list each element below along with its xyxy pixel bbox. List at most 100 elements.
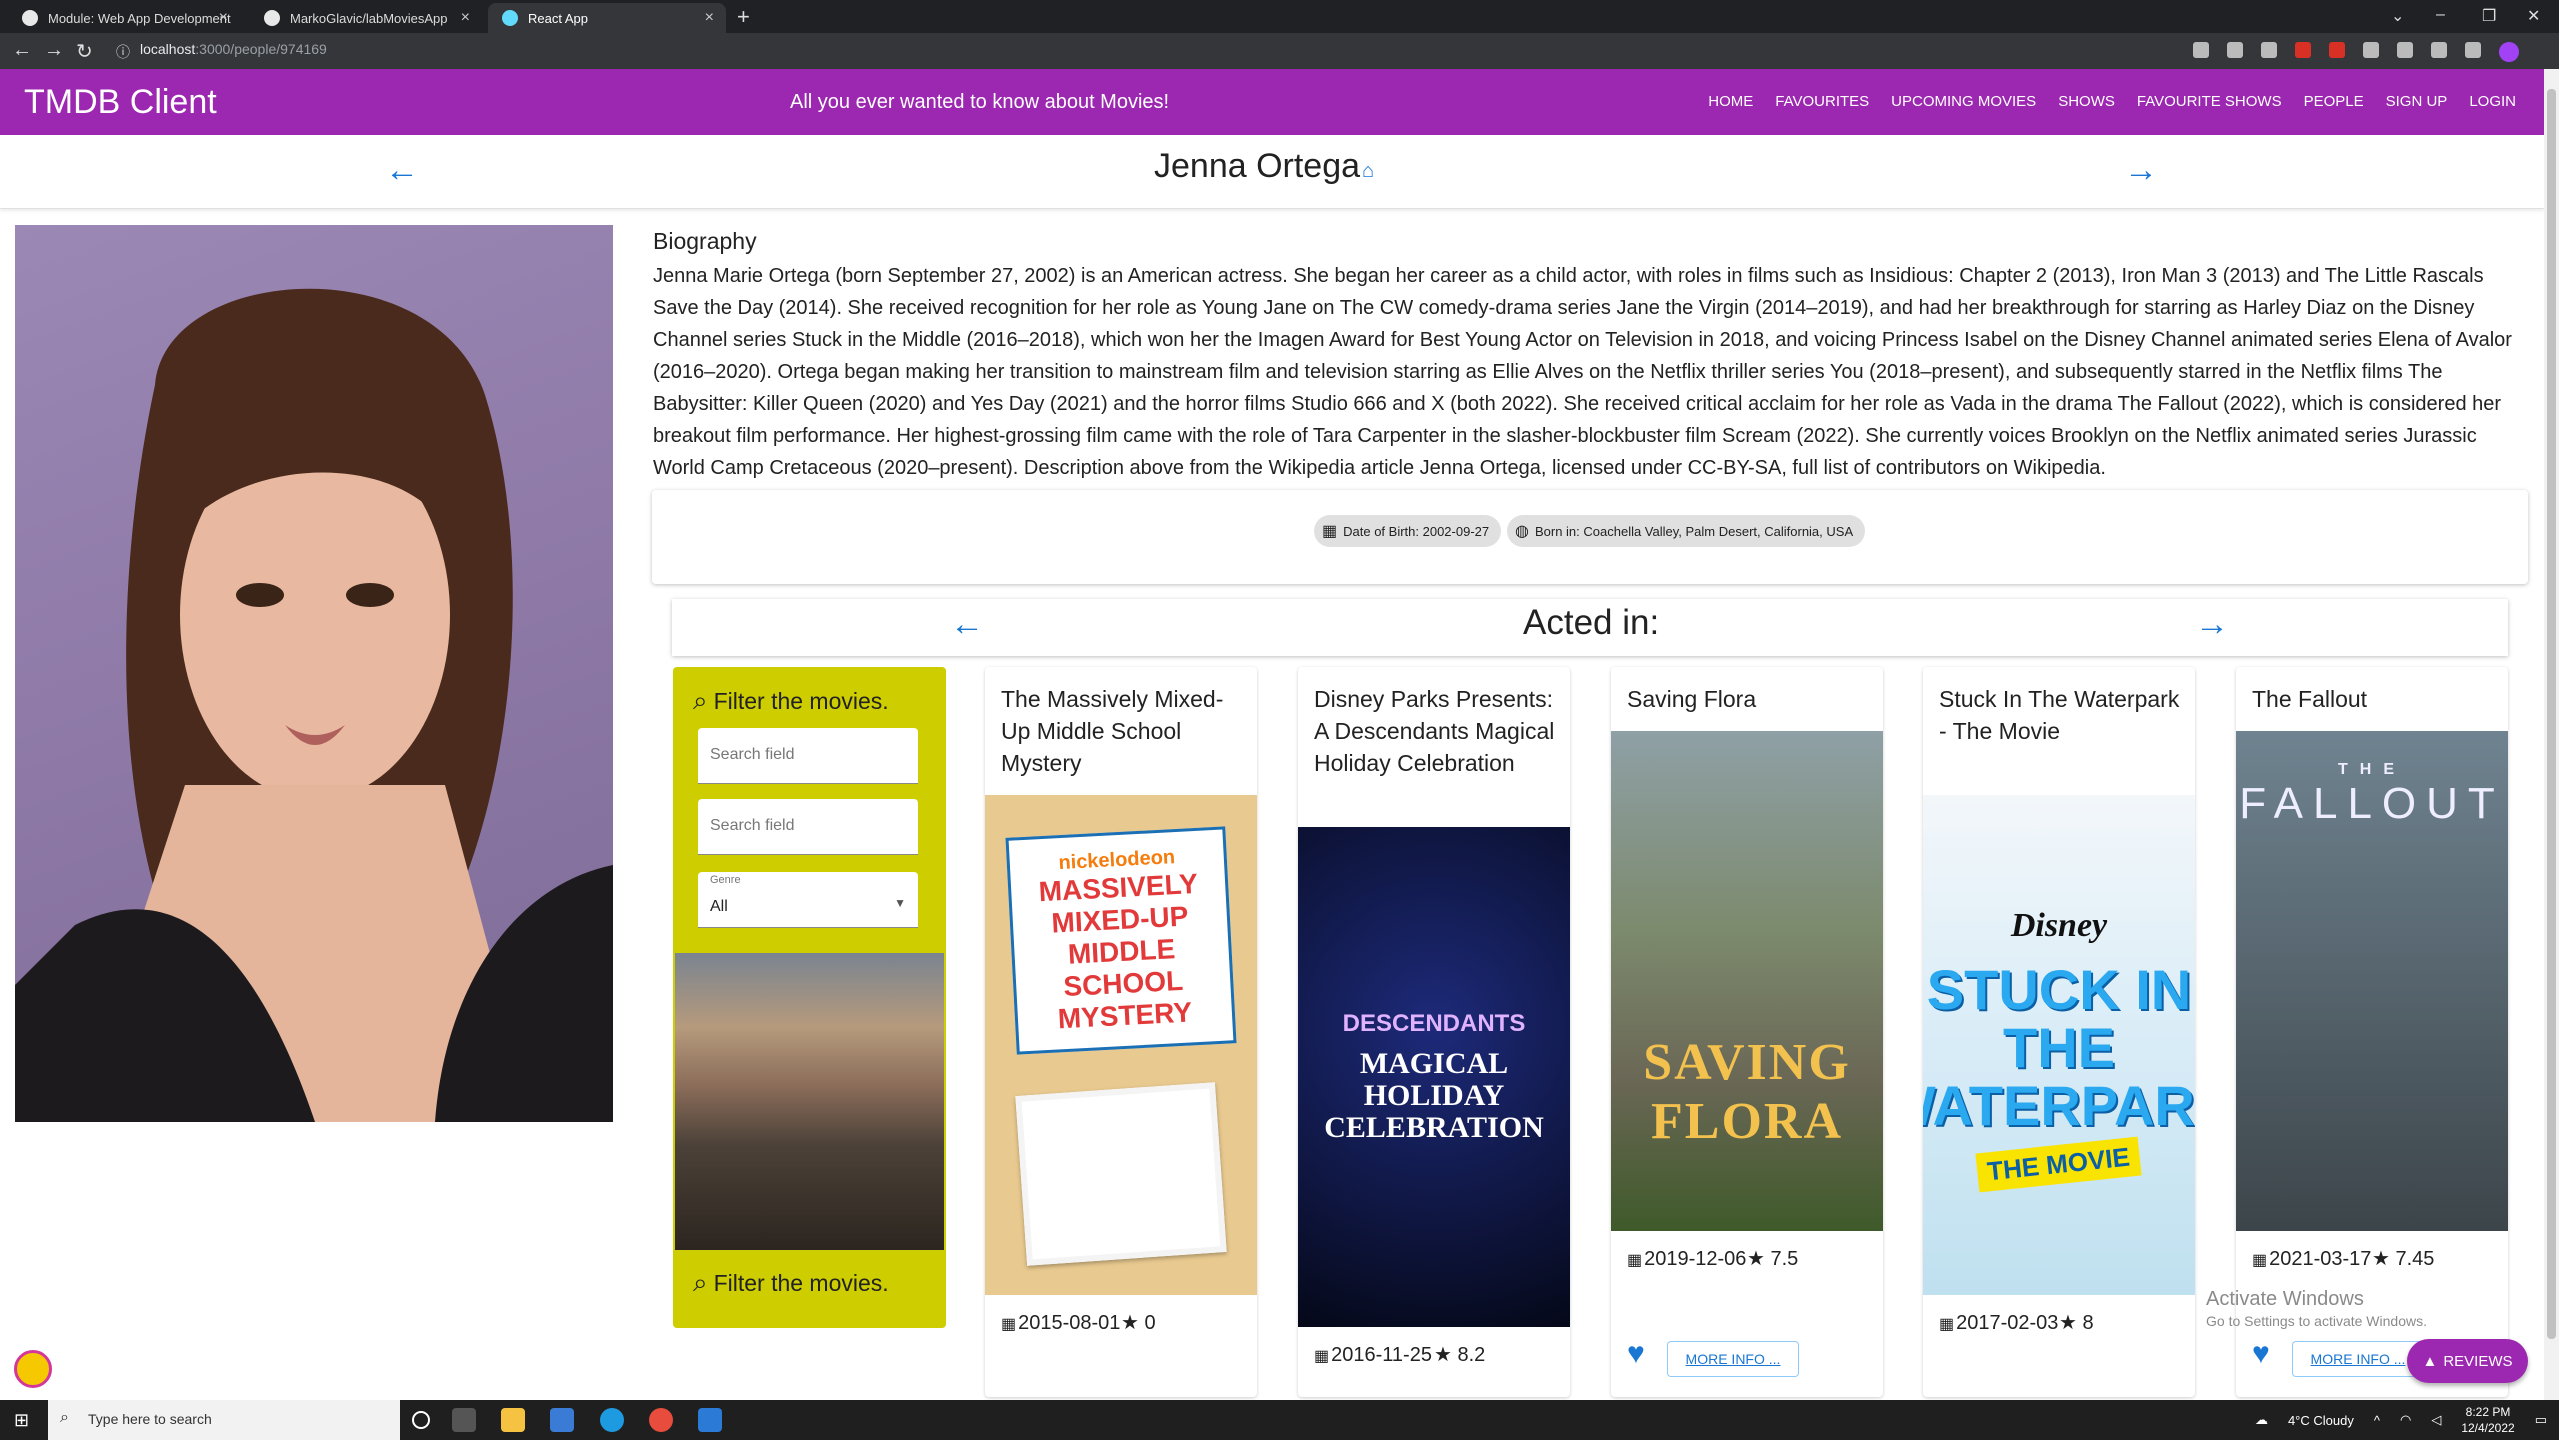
reviews-fab-button[interactable]: ▲ REVIEWS (2407, 1339, 2528, 1383)
back-icon[interactable]: ← (12, 39, 32, 62)
nav-people[interactable]: People (2304, 93, 2364, 110)
movie-meta: ▦ 2021-03-17 ★ 7.45 (2252, 1243, 2434, 1277)
minimize-icon[interactable]: – (2436, 6, 2445, 24)
cortana-icon[interactable] (412, 1411, 430, 1429)
window-close-icon[interactable]: ✕ (2527, 6, 2540, 26)
close-icon[interactable]: × (705, 9, 714, 27)
tab-search-icon[interactable]: ⌄ (2391, 6, 2404, 26)
star-icon[interactable] (2261, 42, 2277, 58)
next-page-arrow-icon[interactable]: → (2195, 605, 2229, 644)
taskbar-search-placeholder: Type here to search (88, 1411, 212, 1427)
nav-shows[interactable]: Shows (2058, 93, 2115, 110)
app-header: TMDB Client All you ever wanted to know … (0, 69, 2544, 135)
person-title-row: ← Jenna Ortega ⌂ → (0, 135, 2544, 209)
clock-date: 12/4/2022 (2461, 1421, 2515, 1435)
close-icon[interactable]: × (461, 9, 470, 27)
windows-start-icon[interactable]: ⊞ (14, 1410, 29, 1431)
extension-icons (2193, 42, 2519, 62)
nav-sign-up[interactable]: Sign Up (2386, 93, 2448, 110)
favourite-heart-icon[interactable]: ♥ (2252, 1337, 2270, 1371)
tab-favicon-icon (22, 10, 38, 26)
task-view-icon[interactable] (452, 1408, 476, 1432)
release-date: 2015-08-01 (1018, 1312, 1121, 1334)
scroll-thumb[interactable] (2547, 89, 2556, 1339)
volume-icon[interactable]: ◁ (2431, 1412, 2441, 1428)
notification-icon[interactable]: ▭ (2535, 1412, 2547, 1428)
nav-home[interactable]: Home (1708, 93, 1753, 110)
browser-tab[interactable]: MarkoGlavic/labMoviesApp × (250, 3, 482, 33)
star-icon: ★ (1434, 1344, 1458, 1366)
app-title[interactable]: TMDB Client (24, 83, 217, 122)
nav-upcoming-movies[interactable]: Upcoming Movies (1891, 93, 2036, 110)
nav-login[interactable]: Login (2469, 93, 2516, 110)
info-icon[interactable]: ⓘ (116, 42, 130, 62)
person-portrait (15, 225, 613, 1122)
wifi-icon[interactable]: ◠ (2400, 1412, 2411, 1428)
clock[interactable]: 8:22 PM 12/4/2022 (2461, 1404, 2514, 1436)
store-icon[interactable] (550, 1408, 574, 1432)
movie-poster[interactable]: nickelodeon MASSIVELY MIXED-UP MIDDLE SC… (985, 795, 1257, 1295)
reviews-label: REVIEWS (2443, 1352, 2513, 1370)
movie-poster[interactable]: Disney STUCK IN THE WATERPARK THE MOVIE (1923, 795, 2195, 1295)
star-icon: ★ (2059, 1312, 2083, 1334)
previous-arrow-icon[interactable]: ← (385, 151, 419, 190)
rating: 7.45 (2395, 1248, 2435, 1270)
share-icon[interactable] (2227, 42, 2243, 58)
poster-subtitle: THE MOVIE (1975, 1136, 2143, 1192)
new-tab-icon[interactable]: + (737, 4, 750, 30)
page-scrollbar[interactable] (2544, 69, 2559, 1400)
weather-text[interactable]: 4°C Cloudy (2288, 1413, 2354, 1428)
nav-favourite-shows[interactable]: Favourite Shows (2137, 93, 2282, 110)
nav-favourites[interactable]: Favourites (1775, 93, 1869, 110)
movie-poster[interactable]: SAVING FLORA (1611, 731, 1883, 1231)
home-icon[interactable]: ⌂ (1362, 160, 1374, 182)
favourite-heart-icon[interactable]: ♥ (1627, 1337, 1645, 1371)
previous-page-arrow-icon[interactable]: ← (950, 605, 984, 644)
tray-chevron-icon[interactable]: ^ (2374, 1413, 2380, 1428)
title-search-input[interactable]: Search field (698, 728, 918, 784)
react-favicon-icon (502, 10, 518, 26)
search-input[interactable]: Search field (698, 799, 918, 855)
browser-tab[interactable]: Module: Web App Development × (8, 3, 240, 33)
search-icon: ⌕ (693, 685, 708, 715)
poster-title-art: SAVING FLORA (1643, 1034, 1851, 1150)
movie-title: Disney Parks Presents: A Descendants Mag… (1314, 686, 1555, 776)
key-icon[interactable] (2193, 42, 2209, 58)
browser-tab-active[interactable]: React App × (488, 3, 726, 33)
restore-icon[interactable]: ❐ (2482, 6, 2496, 26)
react-query-devtools-icon[interactable] (14, 1350, 52, 1388)
url-host: localhost (140, 41, 196, 57)
tab-title: React App (528, 10, 588, 26)
extension-icon[interactable] (2329, 42, 2345, 58)
chrome-icon[interactable] (649, 1408, 673, 1432)
next-arrow-icon[interactable]: → (2124, 151, 2158, 190)
release-date: 2017-02-03 (1956, 1312, 2059, 1334)
extension-icon[interactable] (2363, 42, 2379, 58)
file-explorer-icon[interactable] (501, 1408, 525, 1432)
person-details-panel: ▦ Date of Birth: 2002-09-27 ◍ Born in: C… (652, 490, 2528, 584)
taskbar-search-input[interactable]: ⌕ Type here to search (48, 1400, 400, 1440)
extension-icon[interactable] (2295, 42, 2311, 58)
movie-poster[interactable]: THE FALLOUT (2236, 731, 2508, 1231)
edge-icon[interactable] (600, 1408, 624, 1432)
chip-label: Date of Birth: 2002-09-27 (1343, 523, 1490, 539)
dropdown-caret-icon: ▼ (894, 896, 906, 910)
genre-select[interactable]: Genre All ▼ (698, 872, 918, 928)
puzzle-icon[interactable] (2397, 42, 2413, 58)
reading-list-icon[interactable] (2431, 42, 2447, 58)
more-info-button[interactable]: MORE INFO ... (2292, 1341, 2424, 1377)
more-info-button[interactable]: MORE INFO ... (1667, 1341, 1799, 1377)
filter-landscape-image (675, 953, 944, 1250)
movie-poster[interactable]: DESCENDANTS MAGICAL HOLIDAY CELEBRATION (1298, 827, 1570, 1327)
close-icon[interactable]: × (219, 9, 228, 27)
reload-icon[interactable]: ↻ (76, 39, 93, 64)
forward-icon[interactable]: → (44, 39, 64, 62)
url-field[interactable]: localhost:3000/people/974169 (140, 41, 327, 57)
vscode-icon[interactable] (698, 1408, 722, 1432)
poster-title-art: MAGICAL HOLIDAY CELEBRATION (1324, 1047, 1544, 1144)
search-icon: ⌕ (60, 1409, 69, 1426)
star-icon: ★ (1747, 1248, 1771, 1270)
side-panel-icon[interactable] (2465, 42, 2481, 58)
movie-card: The Massively Mixed-Up Middle School Mys… (985, 667, 1257, 1397)
profile-avatar-icon[interactable] (2499, 42, 2519, 62)
